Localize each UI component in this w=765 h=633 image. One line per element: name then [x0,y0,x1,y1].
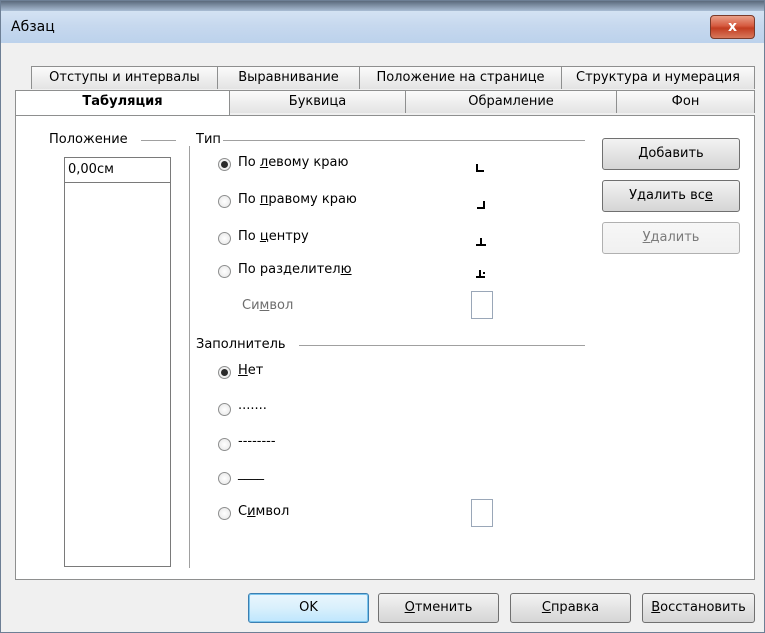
position-separator [141,140,176,141]
fill-underscore-label: ____ [238,466,264,481]
title-bar[interactable]: Абзац x [1,1,764,43]
fill-underscore-radio[interactable] [218,472,231,485]
tab-center-icon [476,238,486,246]
fill-symbol-label: Символ [238,504,290,519]
tab-left-icon [476,164,484,172]
position-list[interactable] [64,182,171,567]
tab-outline-numbering[interactable]: Структура и нумерация [561,66,755,89]
type-center-label: По центру [238,229,309,244]
tab-borders[interactable]: Обрамление [405,90,617,113]
type-left-label: По левому краю [238,155,349,170]
tab-tabs[interactable]: Табуляция [15,90,230,115]
type-left-radio[interactable] [218,158,231,171]
group-divider [189,146,190,568]
fill-none-radio[interactable] [218,366,231,379]
type-symbol-label: Символ [242,298,294,313]
type-center-radio[interactable] [218,232,231,245]
tab-alignment[interactable]: Выравнивание [217,66,360,89]
close-button[interactable]: x [710,15,755,39]
paragraph-dialog: Абзац x Отступы и интервалы Выравнивание… [0,0,765,633]
type-right-label: По правому краю [238,192,357,207]
type-label: Тип [196,132,221,147]
fill-symbol-radio[interactable] [218,507,231,520]
tab-indents-spacing[interactable]: Отступы и интервалы [31,66,218,89]
position-label: Положение [49,132,128,147]
tab-decimal-icon [476,270,485,278]
fill-dashes-radio[interactable] [218,438,231,451]
fill-separator [299,345,585,346]
type-symbol-input[interactable] [471,291,493,319]
type-decimal-radio[interactable] [218,265,231,278]
type-decimal-label: По разделителю [238,262,352,277]
fill-dots-radio[interactable] [218,403,231,416]
fill-dots-label: ....... [238,398,267,413]
tab-text-flow[interactable]: Положение на странице [359,66,562,89]
type-separator [223,140,585,141]
delete-all-button[interactable]: Удалить все [602,180,740,212]
tab-background[interactable]: Фон [616,90,755,113]
ok-button[interactable]: OK [248,593,369,623]
window-title: Абзац [11,19,55,35]
tab-drop-caps[interactable]: Буквица [229,90,406,113]
desktop-strip [1,1,764,11]
position-input[interactable]: 0,00см [64,157,171,183]
type-right-radio[interactable] [218,195,231,208]
delete-button[interactable]: Удалить [602,222,740,254]
fill-dashes-label: -------- [238,434,276,449]
help-button[interactable]: Справка [510,593,631,623]
add-button[interactable]: Добавить [602,138,740,170]
reset-button[interactable]: Восстановить [642,593,755,623]
cancel-button[interactable]: Отменить [378,593,499,623]
fill-none-label: Нет [238,363,264,378]
tab-right-icon [477,201,485,209]
fill-label: Заполнитель [196,337,286,352]
fill-symbol-input[interactable] [471,499,493,527]
